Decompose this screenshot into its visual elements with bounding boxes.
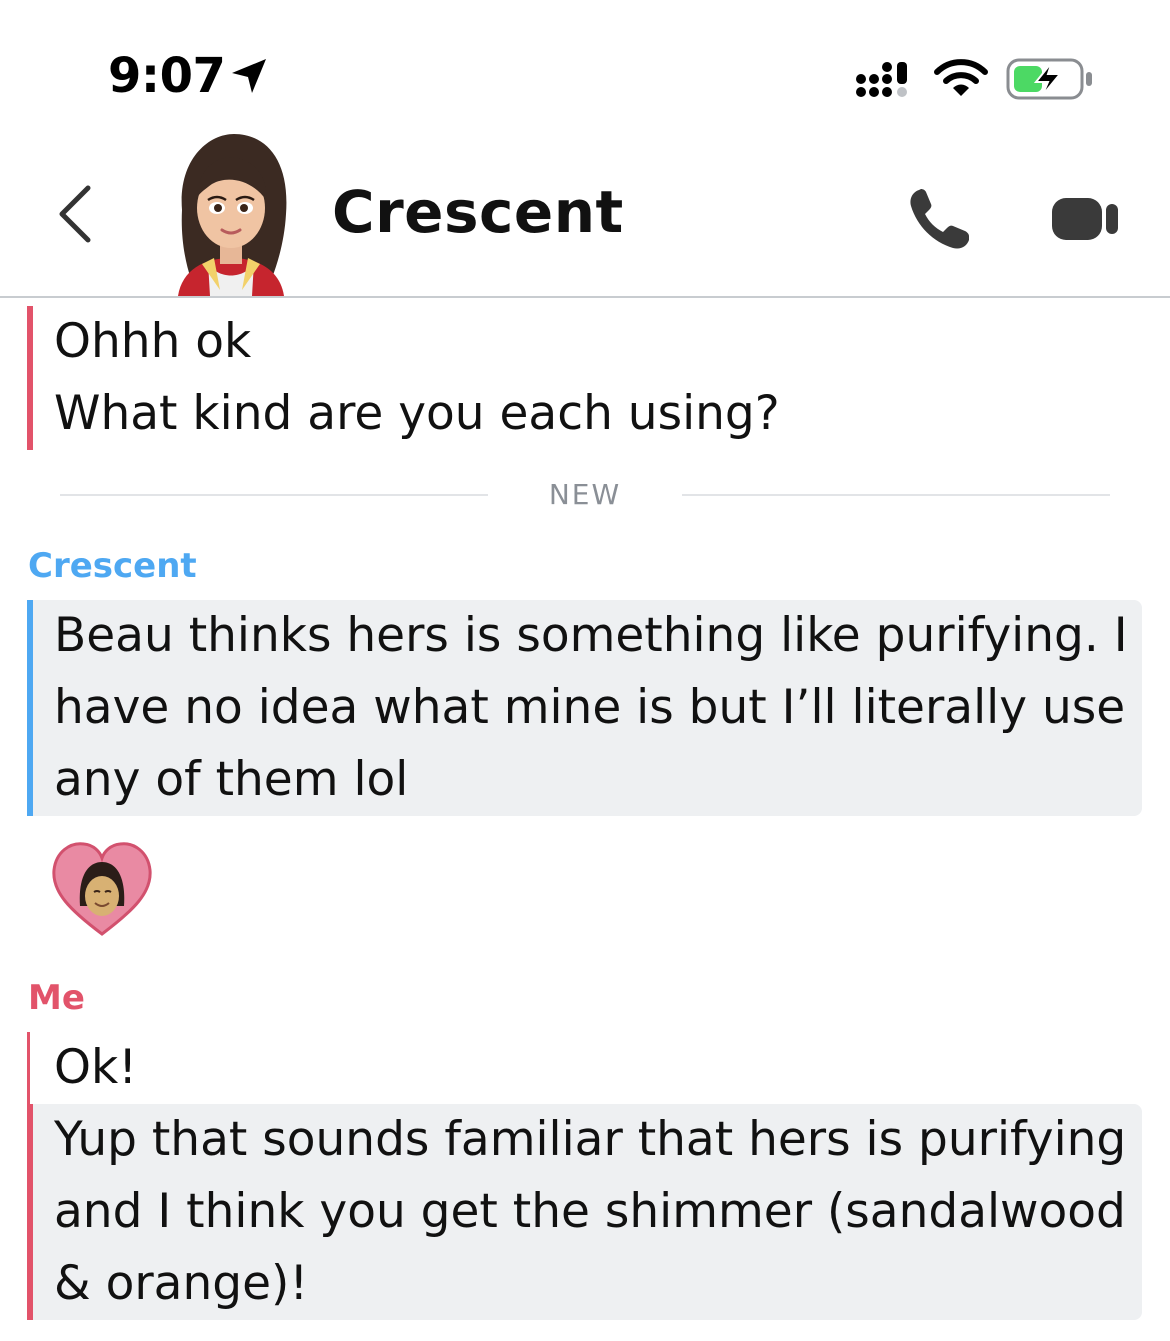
sender-name-crescent: Crescent <box>28 546 197 586</box>
message-crescent[interactable]: Beau thinks hers is something like purif… <box>27 600 1142 816</box>
message-accent-bar <box>27 306 33 450</box>
avatar[interactable] <box>168 130 294 296</box>
back-chevron-icon[interactable] <box>50 182 100 246</box>
message-accent-bar <box>27 600 33 816</box>
status-bar: 9:07 <box>0 0 1170 130</box>
message-line: Ohhh ok <box>54 314 252 369</box>
message-line: any of them lol <box>54 752 409 807</box>
message-line: Beau thinks hers is something like purif… <box>54 608 1128 663</box>
divider-line <box>682 494 1110 496</box>
video-call-icon[interactable] <box>1050 190 1122 246</box>
message-line: & orange)! <box>54 1256 309 1311</box>
new-messages-divider: NEW <box>60 478 1110 512</box>
phone-call-icon[interactable] <box>905 184 975 254</box>
message-line: Yup that sounds familiar that hers is pu… <box>54 1112 1127 1167</box>
message-line: What kind are you each using? <box>54 386 780 441</box>
message-line: have no idea what mine is but I’ll liter… <box>54 680 1126 735</box>
message-accent-bar <box>27 1032 30 1104</box>
message-me-previous: Ohhh ok What kind are you each using? <box>27 306 1142 450</box>
message-line: and I think you get the shimmer (sandalw… <box>54 1184 1126 1239</box>
heart-bitmoji-reaction-icon[interactable] <box>50 840 154 940</box>
cellular-signal-icon <box>856 62 907 97</box>
chat-title[interactable]: Crescent <box>332 178 624 246</box>
message-line: Ok! <box>54 1040 138 1095</box>
sender-name-me: Me <box>28 978 85 1018</box>
battery-charging-icon <box>1006 58 1092 100</box>
chat-header: Crescent <box>0 130 1170 298</box>
status-time: 9:07 <box>108 48 226 104</box>
message-me[interactable]: Yup that sounds familiar that hers is pu… <box>27 1104 1142 1320</box>
wifi-icon <box>934 59 988 96</box>
location-arrow-icon <box>232 59 266 93</box>
message-accent-bar <box>27 1104 33 1320</box>
message-me-ok[interactable]: Ok! <box>27 1032 1142 1104</box>
